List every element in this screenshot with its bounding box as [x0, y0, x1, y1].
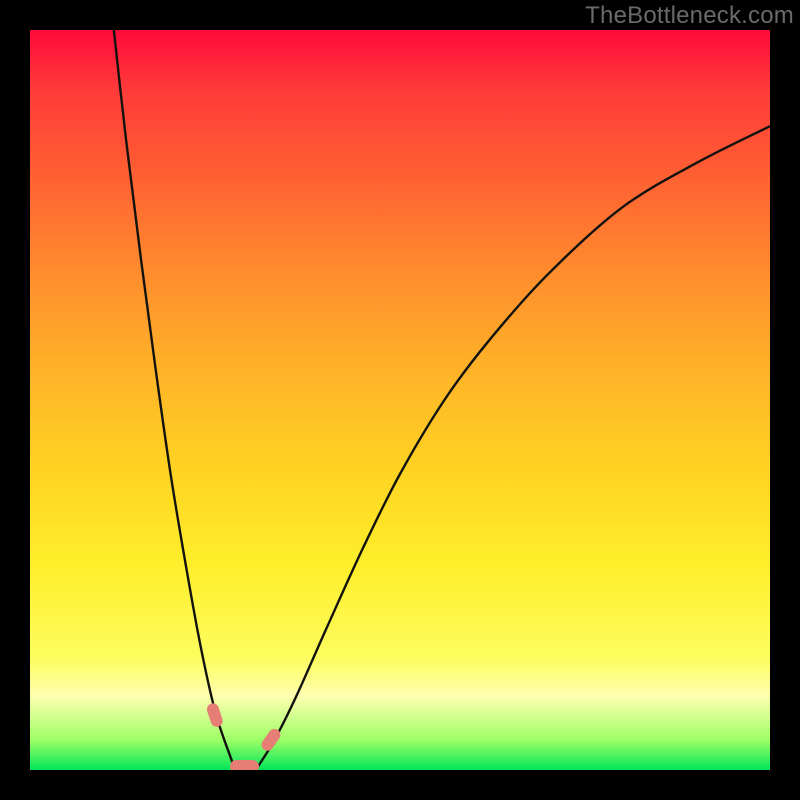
outer-frame: TheBottleneck.com [0, 0, 800, 800]
watermark-text: TheBottleneck.com [0, 0, 800, 30]
bottom-marker [230, 760, 260, 770]
markers-layer [30, 30, 770, 770]
plot-area [30, 30, 770, 770]
left-marker [206, 701, 225, 727]
right-marker [259, 727, 282, 753]
